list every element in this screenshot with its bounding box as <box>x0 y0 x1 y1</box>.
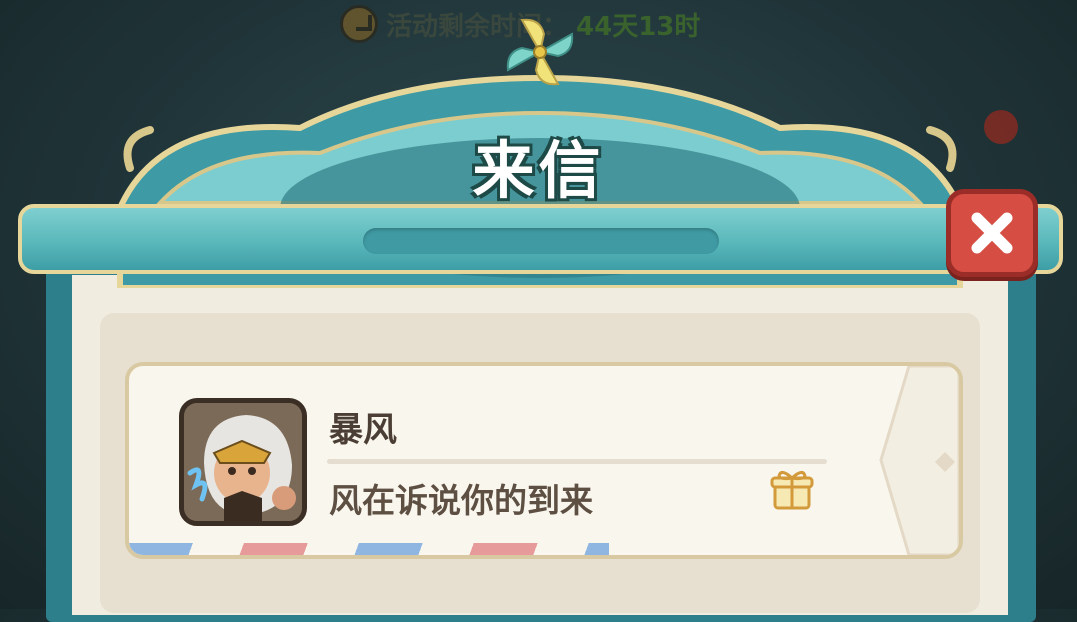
close-x-icon <box>971 212 1013 254</box>
envelope-flap <box>879 366 959 555</box>
letter-item[interactable]: 暴风 风在诉说你的到来 <box>125 362 963 559</box>
divider <box>327 459 827 464</box>
pinwheel-icon <box>506 18 574 86</box>
header-slot <box>363 228 719 254</box>
letter-message: 风在诉说你的到来 <box>329 481 593 520</box>
sender-avatar <box>179 398 307 526</box>
timer-value: 44天13时 <box>576 11 701 42</box>
storm-hero-avatar-icon <box>184 403 302 521</box>
clock-icon <box>340 5 378 43</box>
gift-icon <box>770 471 814 510</box>
close-button[interactable] <box>946 189 1038 277</box>
airmail-stripe <box>129 543 609 555</box>
dialog-title: 来信 <box>472 134 605 207</box>
sender-name: 暴风 <box>329 410 397 450</box>
